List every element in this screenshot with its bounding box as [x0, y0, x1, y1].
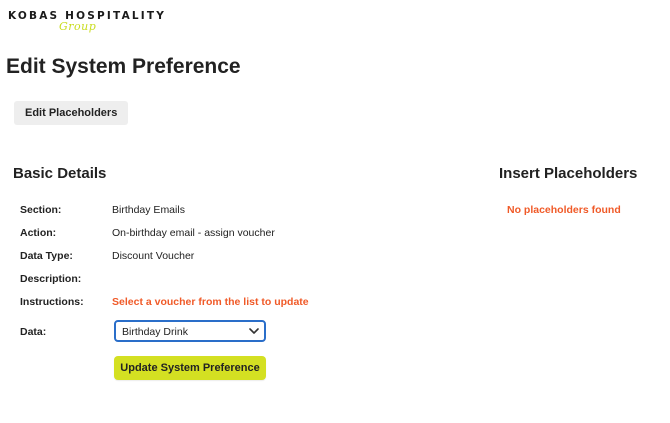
update-system-preference-button[interactable]: Update System Preference — [114, 356, 266, 380]
page: KOBAS HOSPITALITY Group Edit System Pref… — [0, 0, 670, 423]
basic-details-heading: Basic Details — [13, 165, 107, 182]
no-placeholders-message: No placeholders found — [507, 204, 621, 216]
action-value: On-birthday email - assign voucher — [112, 227, 275, 239]
section-label: Section: — [20, 204, 62, 216]
data-type-value: Discount Voucher — [112, 250, 195, 262]
chevron-down-icon — [249, 328, 259, 334]
description-label: Description: — [20, 273, 82, 285]
action-label: Action: — [20, 227, 57, 239]
brand-logo[interactable]: KOBAS HOSPITALITY Group — [8, 10, 166, 33]
instructions-value: Select a voucher from the list to update — [112, 296, 309, 308]
page-title: Edit System Preference — [6, 55, 241, 78]
data-label: Data: — [20, 326, 47, 338]
insert-placeholders-heading: Insert Placeholders — [499, 165, 638, 182]
section-value: Birthday Emails — [112, 204, 185, 216]
voucher-select-value: Birthday Drink — [122, 326, 188, 338]
edit-placeholders-button[interactable]: Edit Placeholders — [14, 101, 129, 125]
instructions-label: Instructions: — [20, 296, 84, 308]
data-type-label: Data Type: — [20, 250, 73, 262]
logo-script-text: Group — [59, 20, 97, 33]
voucher-select[interactable]: Birthday Drink — [114, 320, 266, 342]
